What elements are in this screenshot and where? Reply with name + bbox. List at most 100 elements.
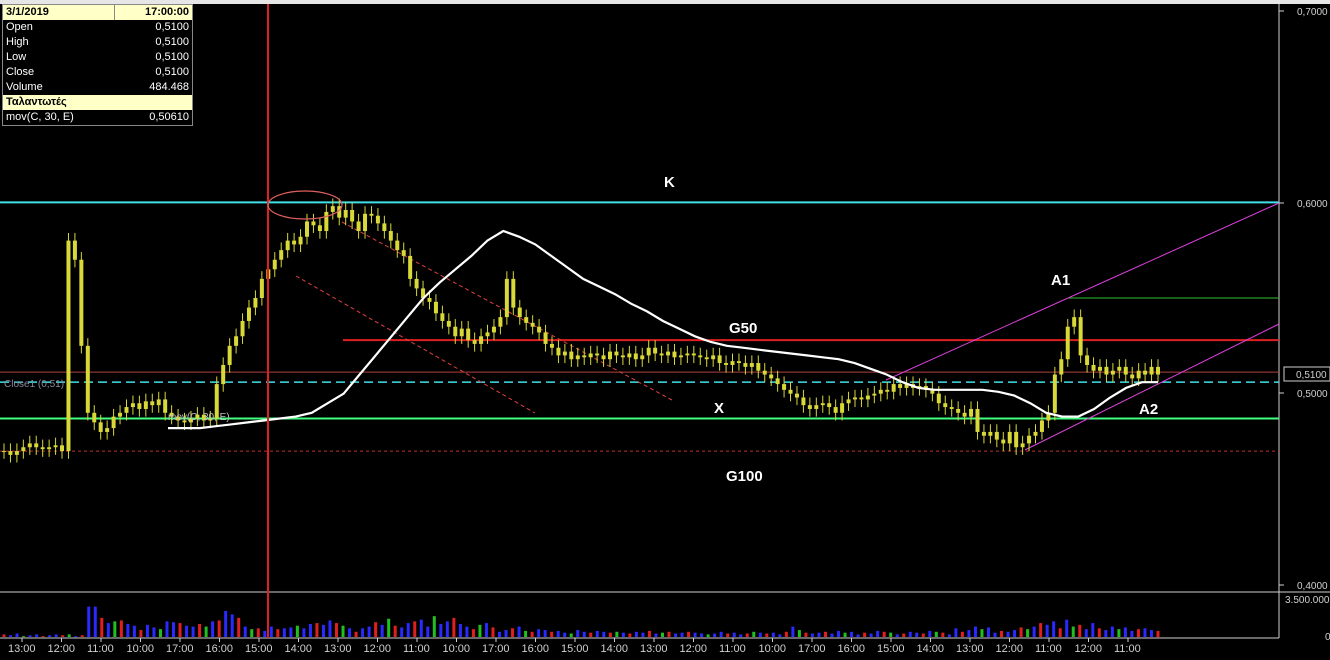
time-tick-label: 16:00 [838, 643, 866, 655]
volume-bar [1097, 628, 1101, 637]
info-indicator-row: mov(C, 30, E) 0,50610 [3, 110, 192, 125]
candle-body [981, 431, 986, 436]
candle-body [98, 422, 103, 432]
volume-bar [335, 623, 339, 637]
volume-bar [432, 616, 436, 637]
volume-bar [126, 623, 130, 637]
volume-bar [478, 624, 482, 637]
volume-bar [810, 633, 814, 637]
candle-body [833, 407, 838, 413]
volume-bar [934, 631, 938, 637]
candle-body [1014, 431, 1019, 448]
candle-body [1007, 431, 1012, 444]
volume-bar [804, 632, 808, 637]
volume-bar [54, 634, 58, 637]
volume-bar [145, 624, 149, 637]
close-line-label: Close1 (0,51) [4, 379, 64, 390]
candle-body [401, 250, 406, 256]
moving-average-layer [168, 229, 1158, 430]
volume-bar [719, 631, 723, 637]
label-a1: A1 [1051, 272, 1070, 289]
volume-bar [732, 632, 736, 637]
volume-bar [693, 632, 697, 637]
volume-bar [530, 631, 534, 637]
time-tick-label: 17:00 [482, 643, 510, 655]
candle-body [8, 451, 13, 455]
volume-bar [621, 632, 625, 637]
volume-bar [758, 632, 762, 637]
volume-bar [667, 631, 671, 637]
candle-body [730, 361, 735, 365]
volume-bar [230, 614, 234, 637]
time-tick-label: 16:00 [522, 643, 550, 655]
price-chart[interactable]: K G50 X G100 A1 A2 Close1 (0,51) mov(C, … [0, 0, 1330, 660]
candle-body [227, 345, 232, 365]
volume-bar [778, 634, 782, 637]
candle-body [124, 407, 129, 413]
candle-body [485, 332, 490, 337]
volume-bar [113, 621, 117, 637]
candle-body [814, 405, 819, 409]
volume-bar [276, 629, 280, 637]
candle-body [1001, 439, 1006, 444]
candle-body [60, 445, 65, 452]
volume-bar [308, 623, 312, 637]
volume-bar [491, 627, 495, 637]
volume-bar [524, 630, 528, 637]
time-tick-label: 13:00 [8, 643, 36, 655]
candle-body [633, 353, 638, 360]
candle-body [504, 278, 509, 318]
volume-bar [1084, 629, 1088, 637]
candle-body [1156, 366, 1160, 375]
time-tick-label: 14:00 [601, 643, 629, 655]
candle-body [936, 393, 941, 404]
candle-body [311, 221, 316, 226]
volume-bar [960, 631, 964, 637]
volume-bar [93, 606, 97, 637]
down-channel-lower [295, 275, 536, 414]
candle-body [852, 397, 857, 400]
channel-lines [295, 202, 1280, 451]
info-row-value: 0,5100 [155, 66, 189, 78]
volume-bar [543, 630, 547, 637]
time-tick-label: 10:00 [127, 643, 155, 655]
volume-bar [980, 629, 984, 637]
time-tick-label: 12:00 [680, 643, 708, 655]
candle-body [994, 431, 999, 440]
candle-body [698, 355, 703, 358]
volume-bar [35, 634, 39, 637]
time-tick-label: 10:00 [443, 643, 471, 655]
volume-bar [22, 636, 26, 638]
volume-bar [458, 623, 462, 637]
candle-body [756, 363, 761, 371]
label-x: X [714, 400, 724, 417]
volume-bar [641, 632, 645, 637]
candle-body [788, 389, 793, 394]
volume-bar [282, 628, 286, 637]
volume-bar [882, 631, 886, 637]
volume-bar [1156, 630, 1160, 637]
time-tick-label: 15:00 [561, 643, 589, 655]
volume-bar [589, 632, 593, 637]
volume-bar [211, 621, 215, 637]
candle-body [234, 336, 239, 346]
volume-bar [537, 629, 541, 637]
candle-body [163, 399, 168, 413]
volume-bar [1000, 630, 1004, 637]
candle-body [595, 353, 600, 356]
volume-bar [745, 633, 749, 637]
volume-bar [921, 633, 925, 637]
candle-body [369, 213, 374, 216]
candle-body [775, 378, 780, 385]
volume-bar [895, 634, 899, 637]
candle-body [1097, 366, 1102, 371]
volume-bar [61, 635, 65, 637]
volume-bar [172, 622, 176, 637]
volume-bar [602, 631, 606, 637]
candle-body [1110, 370, 1115, 375]
volume-bar [876, 630, 880, 637]
volume-bar [348, 628, 352, 637]
candle-body [246, 307, 251, 321]
candle-body [472, 340, 477, 344]
candle-body [717, 355, 722, 364]
